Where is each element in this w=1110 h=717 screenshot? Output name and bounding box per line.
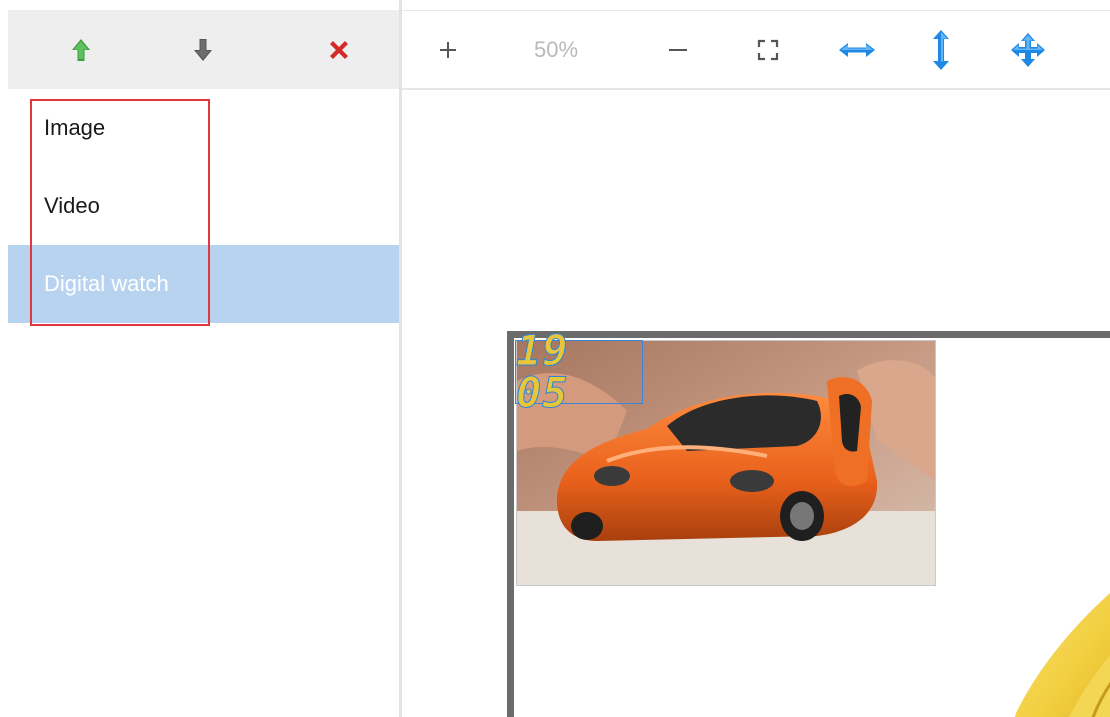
zoom-in-button[interactable] [434, 11, 462, 88]
editor-window: Image Video Digital watch 50% 19 05 [0, 0, 1110, 717]
plus-icon [440, 41, 456, 58]
layer-item-image[interactable]: Image [8, 89, 399, 167]
move-arrows-icon [1011, 32, 1045, 67]
minus-icon [669, 48, 687, 51]
zoom-out-button[interactable] [665, 11, 691, 88]
fit-width-button[interactable] [837, 11, 877, 88]
digital-watch-time: 19 05 [516, 326, 569, 417]
layers-panel: Image Video Digital watch [0, 0, 400, 717]
move-down-button[interactable] [173, 10, 233, 89]
layer-item-digital-watch[interactable]: Digital watch [8, 245, 399, 323]
fullscreen-icon [757, 39, 779, 60]
close-icon [330, 40, 348, 59]
arrow-down-icon [194, 38, 212, 61]
zoom-level: 50% [534, 36, 579, 62]
digital-watch-layer[interactable]: 19 05 [515, 329, 643, 414]
horizontal-arrows-icon [839, 42, 875, 57]
layer-item-video[interactable]: Video [8, 167, 399, 245]
layer-item-label: Image [44, 115, 106, 140]
fit-screen-button[interactable] [754, 11, 782, 88]
delete-button[interactable] [309, 10, 369, 89]
vertical-arrows-icon [933, 29, 949, 70]
layer-item-label: Digital watch [44, 271, 169, 296]
arrow-up-icon [72, 38, 90, 61]
banana-image [1014, 593, 1110, 717]
canvas-area[interactable]: 19 05 [402, 90, 1110, 717]
move-button[interactable] [1008, 11, 1048, 88]
layer-item-label: Video [44, 193, 100, 218]
layers-toolbar [8, 10, 399, 89]
fit-height-button[interactable] [928, 11, 954, 88]
layer-list: Image Video Digital watch [8, 89, 399, 323]
move-up-button[interactable] [51, 10, 111, 89]
canvas-toolbar: 50% [402, 11, 1110, 90]
